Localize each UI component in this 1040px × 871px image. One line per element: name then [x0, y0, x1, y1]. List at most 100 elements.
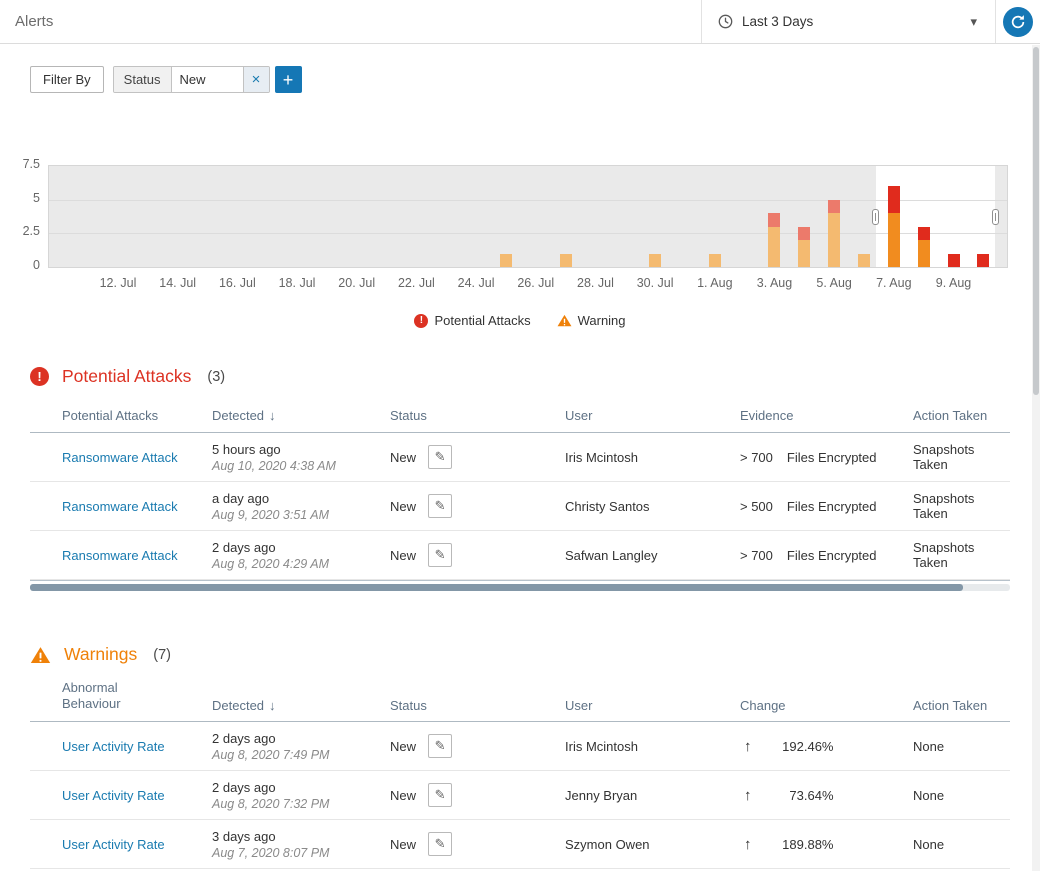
pencil-icon: ✎	[435, 836, 446, 852]
warning-bar-segment	[888, 213, 900, 267]
detected-absolute: Aug 9, 2020 3:51 AM	[212, 508, 390, 522]
warning-name-link[interactable]: User Activity Rate	[62, 837, 165, 852]
user-name: Szymon Owen	[565, 837, 650, 852]
filter-chip-value-input[interactable]: New	[172, 67, 244, 92]
x-tick-label: 18. Jul	[279, 276, 316, 290]
page-title: Alerts	[0, 0, 701, 43]
x-tick-label: 5. Aug	[816, 276, 851, 290]
chart-bar[interactable]	[500, 254, 512, 267]
edit-status-button[interactable]: ✎	[428, 783, 452, 807]
warning-row: User Activity Rate2 days agoAug 8, 2020 …	[30, 722, 1010, 771]
horizontal-scrollbar-thumb[interactable]	[30, 584, 963, 591]
detected-absolute: Aug 8, 2020 7:49 PM	[212, 748, 390, 762]
chart-bar[interactable]	[948, 254, 960, 267]
chart-bar[interactable]	[977, 254, 989, 267]
refresh-button[interactable]	[1003, 7, 1033, 37]
warning-bar-segment	[828, 213, 840, 267]
action-taken: Snapshots Taken	[913, 491, 974, 521]
filter-by-button[interactable]: Filter By	[30, 66, 104, 93]
chart-bar[interactable]	[560, 254, 572, 267]
warning-bar-segment	[918, 240, 930, 267]
chart-unselected-region	[49, 166, 876, 267]
alerts-chart-plot[interactable]	[48, 165, 1008, 268]
warning-row: User Activity Rate2 days agoAug 8, 2020 …	[30, 771, 1010, 820]
attack-bar-segment	[977, 254, 989, 267]
column-header-detected[interactable]: Detected ↓	[212, 408, 390, 423]
attack-bar-segment	[888, 186, 900, 213]
status-value: New	[390, 450, 416, 465]
chart-bar[interactable]	[828, 200, 840, 267]
attack-name-link[interactable]: Ransomware Attack	[62, 499, 178, 514]
warnings-section-header: Warnings (7)	[30, 644, 171, 665]
column-header: Status	[390, 698, 427, 713]
brush-handle-right[interactable]	[992, 209, 999, 225]
chart-bar[interactable]	[798, 227, 810, 267]
vertical-scrollbar[interactable]	[1032, 45, 1040, 871]
brush-handle-left[interactable]	[872, 209, 879, 225]
user-name: Iris Mcintosh	[565, 739, 638, 754]
horizontal-scrollbar[interactable]	[30, 584, 1010, 591]
chart-bar[interactable]	[888, 186, 900, 267]
section-count: (7)	[153, 647, 171, 663]
pencil-icon: ✎	[435, 498, 446, 514]
warning-bar-segment	[768, 227, 780, 267]
warning-name-link[interactable]: User Activity Rate	[62, 739, 165, 754]
close-icon: ×	[252, 71, 261, 88]
section-count: (3)	[207, 369, 225, 385]
potential-attacks-table: Potential Attacks Detected ↓ Status User…	[30, 402, 1010, 581]
status-value: New	[390, 788, 416, 803]
attacks-table-body: Ransomware Attack5 hours agoAug 10, 2020…	[30, 433, 1010, 580]
pencil-icon: ✎	[435, 738, 446, 754]
y-tick-label: 5	[0, 191, 40, 205]
column-header: User	[565, 698, 592, 713]
time-range-dropdown[interactable]: Last 3 Days ▾	[701, 0, 996, 43]
attack-name-link[interactable]: Ransomware Attack	[62, 548, 178, 563]
change-percent: 189.88%	[752, 837, 834, 852]
attack-bar-segment	[918, 227, 930, 240]
pencil-icon: ✎	[435, 547, 446, 563]
remove-filter-button[interactable]: ×	[244, 67, 269, 92]
chart-bar[interactable]	[858, 254, 870, 267]
user-name: Iris Mcintosh	[565, 450, 638, 465]
vertical-scrollbar-thumb[interactable]	[1033, 47, 1039, 395]
chart-bar[interactable]	[918, 227, 930, 267]
warning-triangle-icon	[557, 314, 572, 327]
edit-status-button[interactable]: ✎	[428, 494, 452, 518]
detected-relative: 2 days ago	[212, 540, 390, 555]
detected-relative: 3 days ago	[212, 829, 390, 844]
alert-circle-icon: !	[30, 367, 49, 386]
warning-bar-segment	[798, 240, 810, 267]
top-bar: Alerts Last 3 Days ▾	[0, 0, 1040, 44]
column-header-detected[interactable]: Detected ↓	[212, 698, 390, 713]
detected-absolute: Aug 8, 2020 7:32 PM	[212, 797, 390, 811]
x-tick-label: 22. Jul	[398, 276, 435, 290]
chart-bar[interactable]	[709, 254, 721, 267]
potential-attacks-section-header: ! Potential Attacks (3)	[30, 366, 225, 387]
add-filter-button[interactable]: +	[275, 66, 302, 93]
chart-bar[interactable]	[768, 213, 780, 267]
warning-bar-segment	[709, 254, 721, 267]
sort-desc-icon: ↓	[269, 408, 276, 423]
pencil-icon: ✎	[435, 449, 446, 465]
edit-status-button[interactable]: ✎	[428, 832, 452, 856]
gridline	[49, 200, 1007, 201]
clock-icon	[718, 14, 733, 29]
attack-bar-segment	[798, 227, 810, 240]
warning-bar-segment	[858, 254, 870, 267]
edit-status-button[interactable]: ✎	[428, 734, 452, 758]
warning-bar-segment	[649, 254, 661, 267]
chevron-down-icon: ▾	[970, 14, 977, 30]
edit-status-button[interactable]: ✎	[428, 543, 452, 567]
legend-item-warning: Warning	[557, 313, 626, 328]
legend-label: Warning	[578, 313, 626, 328]
edit-status-button[interactable]: ✎	[428, 445, 452, 469]
warning-row: User Activity Rate3 days agoAug 7, 2020 …	[30, 820, 1010, 869]
chart-bar[interactable]	[649, 254, 661, 267]
x-tick-label: 20. Jul	[338, 276, 375, 290]
attack-name-link[interactable]: Ransomware Attack	[62, 450, 178, 465]
attack-row: Ransomware Attacka day agoAug 9, 2020 3:…	[30, 482, 1010, 531]
status-value: New	[390, 837, 416, 852]
warning-name-link[interactable]: User Activity Rate	[62, 788, 165, 803]
filter-chip-field: Status	[114, 67, 172, 92]
user-name: Jenny Bryan	[565, 788, 637, 803]
